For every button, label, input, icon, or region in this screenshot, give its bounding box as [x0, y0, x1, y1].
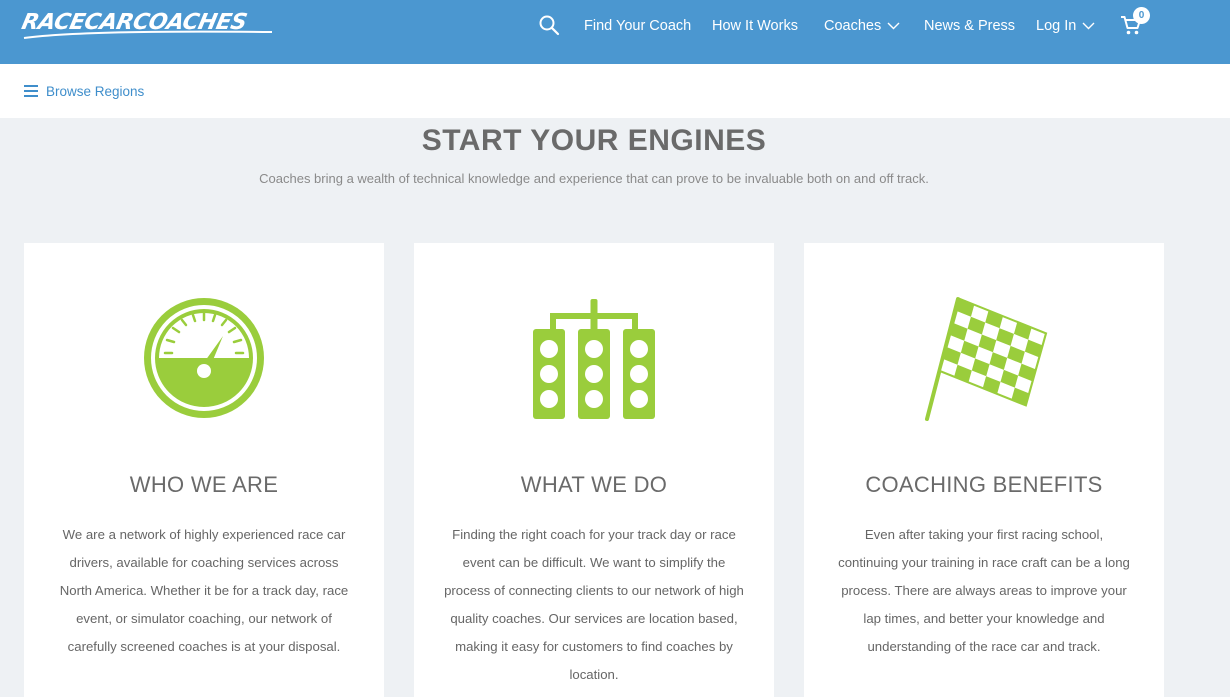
card-text: Even after taking your first racing scho…	[838, 527, 1130, 654]
nav-log-in-label: Log In	[1036, 18, 1077, 34]
checkered-flag-icon	[925, 297, 1048, 421]
hero-title: START YOUR ENGINES	[421, 124, 767, 157]
nav-log-in-dropdown[interactable]: Log In	[1036, 0, 1095, 52]
secondary-bar: Browse Regions	[0, 64, 1230, 118]
chevron-down-icon	[1082, 22, 1095, 30]
site-logo[interactable]: RACECARCOACHES	[19, 8, 277, 42]
browse-regions-label: Browse Regions	[46, 83, 145, 99]
card-what-we-do: WHAT WE DO Finding the right coach for y…	[414, 243, 774, 697]
chevron-down-icon	[887, 22, 900, 30]
card-who-we-are: WHO WE ARE We are a network of highly ex…	[24, 243, 384, 697]
browse-regions-button[interactable]: Browse Regions	[24, 81, 144, 101]
card-coaching-benefits: COACHING BENEFITS Even after taking your…	[804, 243, 1164, 697]
card-title: WHAT WE DO	[520, 472, 668, 497]
speedometer-icon	[144, 298, 264, 418]
card-title: WHO WE ARE	[129, 472, 279, 497]
cart-count-badge: 0	[1133, 7, 1150, 24]
nav-news-press[interactable]: News & Press	[924, 0, 1015, 52]
card-text: We are a network of highly experienced r…	[59, 527, 349, 654]
card-text: Finding the right coach for your track d…	[444, 527, 744, 682]
top-navigation-bar: RACECARCOACHES Find Your Coach How It Wo…	[0, 0, 1230, 64]
starting-lights-icon	[533, 299, 655, 419]
nav-how-it-works[interactable]: How It Works	[712, 0, 798, 52]
logo-text: RACECARCOACHES	[19, 10, 249, 35]
hero-subtitle: Coaches bring a wealth of technical know…	[259, 171, 929, 186]
nav-find-your-coach[interactable]: Find Your Coach	[584, 0, 691, 52]
nav-coaches-label: Coaches	[824, 18, 882, 34]
nav-coaches-dropdown[interactable]: Coaches	[824, 0, 900, 52]
hamburger-menu-icon	[24, 85, 38, 97]
search-icon[interactable]	[538, 14, 560, 36]
card-title: COACHING BENEFITS	[865, 472, 1103, 497]
